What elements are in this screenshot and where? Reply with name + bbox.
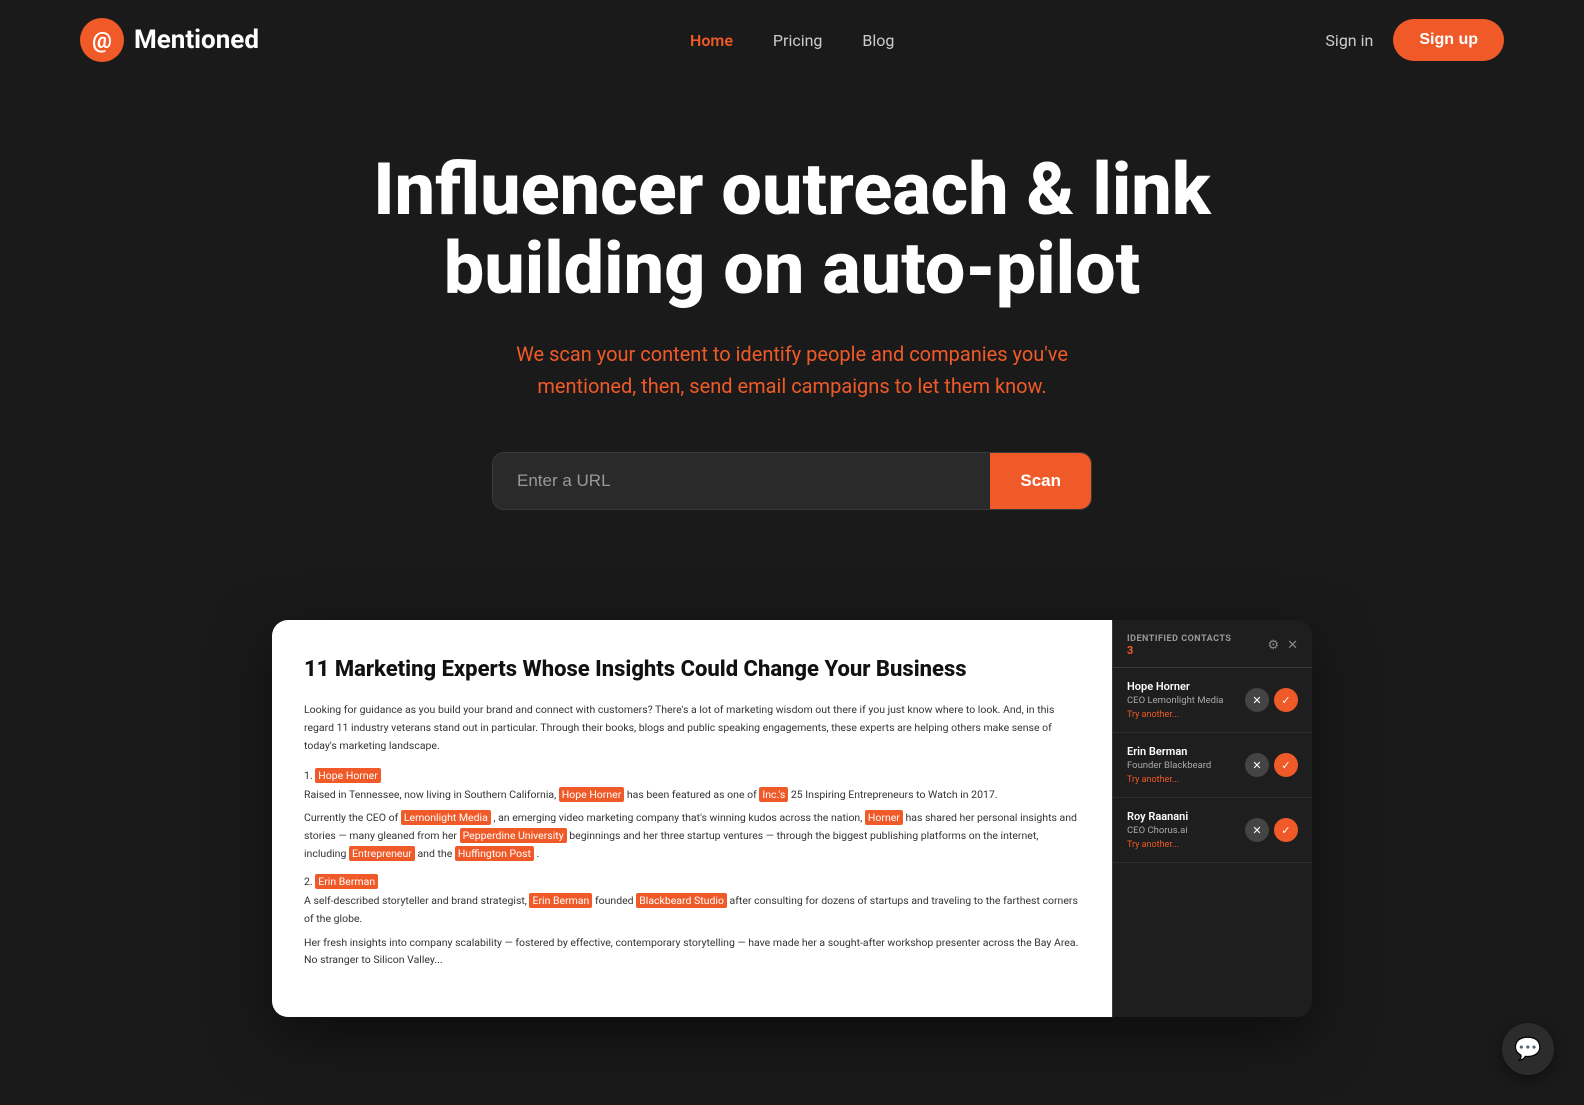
chat-icon: 💬	[1514, 1037, 1541, 1062]
person-1-inc: Inc.'s	[759, 787, 788, 802]
contact-card-2: Erin Berman Founder Blackbeard Try anoth…	[1113, 733, 1312, 798]
person-2-bio2: Her fresh insights into company scalabil…	[304, 934, 1080, 970]
contact-3-buttons: ✕ ✓	[1245, 818, 1298, 842]
contact-1-buttons: ✕ ✓	[1245, 688, 1298, 712]
hero-subtitle: We scan your content to identify people …	[492, 338, 1092, 402]
panel-header: IDENTIFIED CONTACTS 3 ⚙ ✕	[1113, 620, 1312, 668]
signin-link[interactable]: Sign in	[1325, 31, 1373, 50]
person-1-bio: Raised in Tennessee, now living in South…	[304, 786, 1080, 804]
contact-2-dismiss-button[interactable]: ✕	[1245, 753, 1269, 777]
nav-link-blog[interactable]: Blog	[862, 31, 894, 50]
panel-settings-icon[interactable]: ⚙	[1267, 638, 1279, 653]
person-1-bio2: Currently the CEO of Lemonlight Media , …	[304, 809, 1080, 863]
contact-1-dismiss-button[interactable]: ✕	[1245, 688, 1269, 712]
nav-link-pricing[interactable]: Pricing	[773, 31, 823, 50]
hero-title: Influencer outreach & link building on a…	[342, 150, 1242, 308]
contact-3-name: Roy Raanani	[1127, 810, 1239, 823]
preview-section: 11 Marketing Experts Whose Insights Coul…	[0, 620, 1584, 1017]
contact-2-info: Erin Berman Founder Blackbeard Try anoth…	[1127, 745, 1239, 785]
contacts-panel: IDENTIFIED CONTACTS 3 ⚙ ✕ Hope Horner CE…	[1112, 620, 1312, 1017]
panel-header-title: IDENTIFIED CONTACTS	[1127, 634, 1231, 644]
svg-text:@: @	[92, 29, 112, 54]
contact-2-title: Founder Blackbeard	[1127, 760, 1239, 771]
person-1-inline-name: Hope Horner	[559, 787, 625, 802]
scan-button[interactable]: Scan	[990, 453, 1091, 509]
contact-2-action[interactable]: Try another...	[1127, 775, 1239, 785]
contact-3-action[interactable]: Try another...	[1127, 840, 1239, 850]
person-1-num: 1. Hope Horner	[304, 769, 1080, 782]
contact-2-buttons: ✕ ✓	[1245, 753, 1298, 777]
scan-input-wrapper: Scan	[492, 452, 1092, 510]
article-panel: 11 Marketing Experts Whose Insights Coul…	[272, 620, 1112, 1017]
person-1-highlight-name: Hope Horner	[315, 768, 381, 783]
person-2-highlight-name: Erin Berman	[315, 874, 378, 889]
contact-card-1: Hope Horner CEO Lemonlight Media Try ano…	[1113, 668, 1312, 733]
logo[interactable]: @ Mentioned	[80, 18, 259, 62]
contact-1-info: Hope Horner CEO Lemonlight Media Try ano…	[1127, 680, 1239, 720]
contact-3-confirm-button[interactable]: ✓	[1274, 818, 1298, 842]
contact-1-confirm-button[interactable]: ✓	[1274, 688, 1298, 712]
hero-section: Influencer outreach & link building on a…	[0, 80, 1584, 620]
scan-bar: Scan	[492, 452, 1092, 510]
signup-button[interactable]: Sign up	[1393, 19, 1504, 61]
person-2-num: 2. Erin Berman	[304, 875, 1080, 888]
contact-3-dismiss-button[interactable]: ✕	[1245, 818, 1269, 842]
person-1-company: Lemonlight Media	[401, 810, 491, 825]
contact-2-confirm-button[interactable]: ✓	[1274, 753, 1298, 777]
contact-1-name: Hope Horner	[1127, 680, 1239, 693]
article-title: 11 Marketing Experts Whose Insights Coul…	[304, 656, 1080, 685]
url-input[interactable]	[493, 453, 990, 509]
contact-card-3: Roy Raanani CEO Chorus.ai Try another...…	[1113, 798, 1312, 863]
panel-contacts-count: 3	[1127, 644, 1231, 657]
logo-text: Mentioned	[134, 25, 259, 55]
article-person-2: 2. Erin Berman A self-described storytel…	[304, 875, 1080, 969]
logo-icon: @	[80, 18, 124, 62]
contact-3-title: CEO Chorus.ai	[1127, 825, 1239, 836]
navbar: @ Mentioned Home Pricing Blog Sign in Si…	[0, 0, 1584, 80]
person-2-bio: A self-described storyteller and brand s…	[304, 892, 1080, 928]
nav-link-home[interactable]: Home	[690, 31, 733, 50]
contact-2-name: Erin Berman	[1127, 745, 1239, 758]
preview-container: 11 Marketing Experts Whose Insights Coul…	[272, 620, 1312, 1017]
nav-actions: Sign in Sign up	[1325, 19, 1504, 61]
article-intro: Looking for guidance as you build your b…	[304, 701, 1080, 755]
contact-3-info: Roy Raanani CEO Chorus.ai Try another...	[1127, 810, 1239, 850]
nav-links: Home Pricing Blog	[690, 31, 894, 50]
panel-close-icon[interactable]: ✕	[1287, 638, 1298, 653]
contact-1-title: CEO Lemonlight Media	[1127, 695, 1239, 706]
article-person-1: 1. Hope Horner Raised in Tennessee, now …	[304, 769, 1080, 863]
chat-bubble[interactable]: 💬	[1502, 1023, 1554, 1075]
contact-1-action[interactable]: Try another...	[1127, 710, 1239, 720]
